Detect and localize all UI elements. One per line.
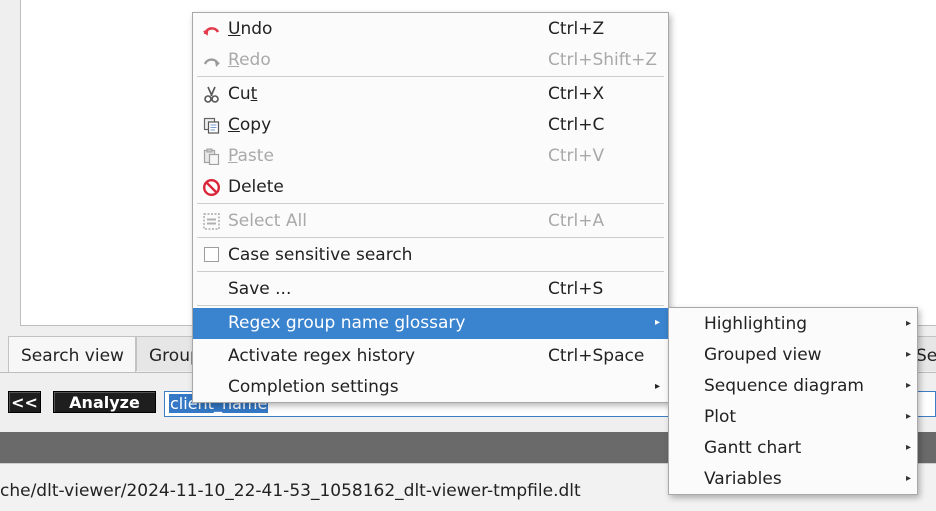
submenu-label: Grouped view <box>704 345 822 365</box>
menu-item-paste[interactable]: Paste Ctrl+V <box>193 141 668 172</box>
context-menu: Undo Ctrl+Z Redo Ctrl+Shift+Z Cut Ctrl+X… <box>192 12 669 403</box>
menu-label: Activate regex history <box>228 346 416 366</box>
analyze-button[interactable]: Analyze <box>53 391 156 413</box>
regex-glossary-submenu: Highlighting ▸ Grouped view ▸ Sequence d… <box>668 307 918 495</box>
menu-shortcut: Ctrl+S <box>548 279 604 299</box>
menu-label: Cut <box>228 84 258 104</box>
submenu-label: Highlighting <box>704 314 808 334</box>
select-all-icon <box>203 213 220 230</box>
menu-shortcut: Ctrl+X <box>548 84 605 104</box>
menu-shortcut: Ctrl+Space <box>548 346 645 366</box>
menu-item-copy[interactable]: Copy Ctrl+C <box>193 110 668 141</box>
menu-label: Save ... <box>228 279 292 299</box>
menu-item-case-sensitive[interactable]: Case sensitive search <box>193 240 668 271</box>
submenu-label: Gantt chart <box>704 438 802 458</box>
status-file-path: che/dlt-viewer/2024-11-10_22-41-53_10581… <box>0 481 581 501</box>
back-button[interactable]: << <box>8 391 41 413</box>
tab-label: Sequence view <box>916 346 936 366</box>
submenu-arrow-icon: ▸ <box>905 380 911 391</box>
menu-item-delete[interactable]: Delete <box>193 172 668 203</box>
menu-separator <box>197 271 664 272</box>
paste-icon <box>203 148 220 165</box>
copy-icon <box>203 117 220 134</box>
submenu-label: Sequence diagram <box>704 376 864 396</box>
tab-label: Grouped view <box>149 346 197 366</box>
submenu-item-grouped-view[interactable]: Grouped view ▸ <box>669 340 917 371</box>
menu-label: Delete <box>228 177 284 197</box>
tab-label: Search view <box>21 346 124 366</box>
submenu-item-gantt-chart[interactable]: Gantt chart ▸ <box>669 433 917 464</box>
tab-search-view[interactable]: Search view <box>8 336 136 373</box>
delete-icon <box>203 179 220 196</box>
submenu-arrow-icon: ▸ <box>905 411 911 422</box>
menu-item-save[interactable]: Save ... Ctrl+S <box>193 274 668 305</box>
tab-grouped-view[interactable]: Grouped view <box>136 336 198 371</box>
menu-separator <box>197 203 664 204</box>
submenu-arrow-icon: ▸ <box>905 442 911 453</box>
submenu-label: Plot <box>704 407 737 427</box>
submenu-arrow-icon: ▸ <box>654 381 660 392</box>
menu-separator <box>197 305 664 306</box>
menu-item-cut[interactable]: Cut Ctrl+X <box>193 79 668 110</box>
menu-shortcut: Ctrl+V <box>548 146 605 166</box>
submenu-item-sequence-diagram[interactable]: Sequence diagram ▸ <box>669 371 917 402</box>
menu-label: Redo <box>228 50 271 70</box>
menu-item-select-all[interactable]: Select All Ctrl+A <box>193 206 668 237</box>
redo-icon <box>203 58 220 67</box>
case-sensitive-checkbox[interactable] <box>204 247 219 262</box>
menu-item-regex-history[interactable]: Activate regex history Ctrl+Space <box>193 341 668 372</box>
submenu-item-variables[interactable]: Variables ▸ <box>669 464 917 495</box>
submenu-arrow-icon: ▸ <box>905 473 911 484</box>
menu-shortcut: Ctrl+Shift+Z <box>548 50 658 70</box>
submenu-arrow-icon: ▸ <box>905 349 911 360</box>
menu-label: Copy <box>228 115 272 135</box>
menu-shortcut: Ctrl+A <box>548 211 605 231</box>
menu-label: Completion settings <box>228 377 399 397</box>
submenu-arrow-icon: ▸ <box>905 318 911 329</box>
undo-icon <box>203 27 220 36</box>
submenu-item-plot[interactable]: Plot ▸ <box>669 402 917 433</box>
menu-shortcut: Ctrl+Z <box>548 19 605 39</box>
menu-item-redo[interactable]: Redo Ctrl+Shift+Z <box>193 45 668 76</box>
menu-separator <box>197 76 664 77</box>
submenu-arrow-icon: ▸ <box>654 317 660 328</box>
menu-label: Paste <box>228 146 274 166</box>
menu-item-completion-settings[interactable]: Completion settings ▸ <box>193 372 668 403</box>
menu-item-undo[interactable]: Undo Ctrl+Z <box>193 14 668 45</box>
submenu-item-highlighting[interactable]: Highlighting ▸ <box>669 309 917 340</box>
menu-separator <box>197 237 664 238</box>
menu-item-regex-glossary[interactable]: Regex group name glossary ▸ <box>193 308 668 339</box>
submenu-label: Variables <box>704 469 782 489</box>
menu-label: Regex group name glossary <box>228 313 466 333</box>
menu-shortcut: Ctrl+C <box>548 115 605 135</box>
scissors-icon <box>204 86 219 103</box>
menu-label: Case sensitive search <box>228 245 413 265</box>
menu-label: Select All <box>228 211 307 231</box>
menu-label: Undo <box>228 19 273 39</box>
